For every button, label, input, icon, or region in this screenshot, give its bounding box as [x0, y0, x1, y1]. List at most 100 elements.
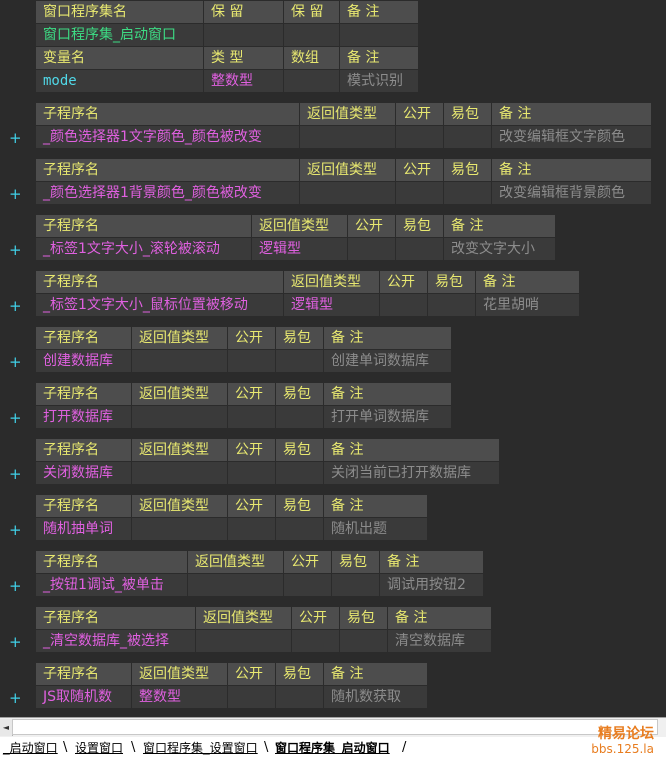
expand-icon[interactable]: +	[9, 578, 22, 594]
assembly-row[interactable]: 窗口程序集_启动窗口	[35, 23, 419, 47]
subroutine-note[interactable]: 清空数据库	[387, 629, 492, 653]
easy-pack-cell[interactable]	[275, 685, 324, 709]
code-editor[interactable]: 窗口程序集名 保 留 保 留 备 注 窗口程序集_启动窗口 变量名 类 型 数组…	[0, 0, 666, 717]
return-type-cell[interactable]	[299, 181, 396, 205]
expand-icon[interactable]: +	[9, 690, 22, 706]
subroutine-note[interactable]: 改变编辑框背景颜色	[491, 181, 652, 205]
subroutine-header-row: 子程序名 返回值类型 公开 易包 备 注	[35, 550, 484, 574]
public-cell[interactable]	[395, 125, 444, 149]
col-easy-pack: 易包	[427, 270, 476, 294]
subroutine-name[interactable]: _标签1文字大小_滚轮被滚动	[35, 237, 252, 261]
subroutine-note[interactable]: 随机出题	[323, 517, 428, 541]
public-cell[interactable]	[227, 349, 276, 373]
public-cell[interactable]	[227, 517, 276, 541]
return-type-cell[interactable]	[131, 405, 228, 429]
subroutine-note[interactable]: 随机数获取	[323, 685, 428, 709]
public-cell[interactable]	[347, 237, 396, 261]
reserved-1-cell[interactable]	[203, 23, 284, 47]
subroutine-note[interactable]: 调试用按钮2	[379, 573, 484, 597]
easy-pack-cell[interactable]	[275, 517, 324, 541]
return-type-cell[interactable]: 逻辑型	[251, 237, 348, 261]
easy-pack-cell[interactable]	[395, 237, 444, 261]
public-cell[interactable]	[291, 629, 340, 653]
scrollbar-thumb[interactable]	[12, 719, 658, 735]
subroutine-note[interactable]: 创建单词数据库	[323, 349, 452, 373]
variable-array[interactable]	[283, 69, 340, 93]
public-cell[interactable]	[227, 405, 276, 429]
easy-pack-cell[interactable]	[443, 181, 492, 205]
col-easy-pack: 易包	[275, 494, 324, 518]
reserved-2-cell[interactable]	[283, 23, 340, 47]
public-cell[interactable]	[395, 181, 444, 205]
expand-icon[interactable]: +	[9, 242, 22, 258]
easy-pack-cell[interactable]	[331, 573, 380, 597]
subroutine-name[interactable]: 随机抽单词	[35, 517, 132, 541]
subroutine-row[interactable]: JS取随机数 整数型 随机数获取	[35, 685, 428, 709]
subroutine-row[interactable]: 关闭数据库 关闭当前已打开数据库	[35, 461, 500, 485]
easy-pack-cell[interactable]	[275, 461, 324, 485]
subroutine-name[interactable]: 创建数据库	[35, 349, 132, 373]
return-type-cell[interactable]	[299, 125, 396, 149]
subroutine-note[interactable]: 改变文字大小	[443, 237, 556, 261]
return-type-cell[interactable]	[131, 461, 228, 485]
subroutine-name[interactable]: _颜色选择器1背景颜色_颜色被改变	[35, 181, 300, 205]
tab-assembly-startup-window[interactable]: 窗口程序集_启动窗口	[275, 739, 390, 757]
easy-pack-cell[interactable]	[275, 405, 324, 429]
return-type-cell[interactable]	[187, 573, 284, 597]
subroutine-note[interactable]: 花里胡哨	[475, 293, 580, 317]
subroutine-name[interactable]: _颜色选择器1文字颜色_颜色被改变	[35, 125, 300, 149]
subroutine-row[interactable]: _按钮1调试_被单击 调试用按钮2	[35, 573, 484, 597]
subroutine-name[interactable]: 关闭数据库	[35, 461, 132, 485]
tab-settings-window[interactable]: 设置窗口	[75, 739, 123, 757]
subroutine-row[interactable]: _清空数据库_被选择 清空数据库	[35, 629, 492, 653]
expand-icon[interactable]: +	[9, 186, 22, 202]
subroutine-row[interactable]: 随机抽单词 随机出题	[35, 517, 428, 541]
expand-icon[interactable]: +	[9, 466, 22, 482]
subroutine-note[interactable]: 改变编辑框文字颜色	[491, 125, 652, 149]
public-cell[interactable]	[227, 461, 276, 485]
subroutine-name[interactable]: _按钮1调试_被单击	[35, 573, 188, 597]
subroutine-row[interactable]: 创建数据库 创建单词数据库	[35, 349, 452, 373]
return-type-cell[interactable]: 整数型	[131, 685, 228, 709]
subroutine-row[interactable]: 打开数据库 打开单词数据库	[35, 405, 452, 429]
expand-icon[interactable]: +	[9, 130, 22, 146]
expand-icon[interactable]: +	[9, 634, 22, 650]
subroutine-note[interactable]: 打开单词数据库	[323, 405, 452, 429]
subroutine-row[interactable]: _标签1文字大小_滚轮被滚动 逻辑型 改变文字大小	[35, 237, 556, 261]
subroutine-header-row: 子程序名 返回值类型 公开 易包 备 注	[35, 102, 652, 126]
tab-assembly-settings-window[interactable]: 窗口程序集_设置窗口	[143, 739, 258, 757]
col-easy-pack: 易包	[275, 382, 324, 406]
public-cell[interactable]	[283, 573, 332, 597]
subroutine-name[interactable]: JS取随机数	[35, 685, 132, 709]
variable-note[interactable]: 模式识别	[339, 69, 419, 93]
variable-name[interactable]: mode	[35, 69, 204, 93]
public-cell[interactable]	[227, 685, 276, 709]
expand-icon[interactable]: +	[9, 354, 22, 370]
subroutine-row[interactable]: _颜色选择器1文字颜色_颜色被改变 改变编辑框文字颜色	[35, 125, 652, 149]
subroutine-name[interactable]: 打开数据库	[35, 405, 132, 429]
return-type-cell[interactable]	[131, 349, 228, 373]
subroutine-note[interactable]: 关闭当前已打开数据库	[323, 461, 500, 485]
horizontal-scrollbar[interactable]: ◄	[0, 717, 666, 737]
easy-pack-cell[interactable]	[427, 293, 476, 317]
variable-row[interactable]: mode 整数型 模式识别	[35, 69, 419, 93]
tab-startup-window[interactable]: _启动窗口	[3, 739, 58, 757]
subroutine-name[interactable]: _标签1文字大小_鼠标位置被移动	[35, 293, 284, 317]
col-public: 公开	[395, 102, 444, 126]
expand-icon[interactable]: +	[9, 522, 22, 538]
expand-icon[interactable]: +	[9, 410, 22, 426]
return-type-cell[interactable]	[131, 517, 228, 541]
easy-pack-cell[interactable]	[275, 349, 324, 373]
return-type-cell[interactable]: 逻辑型	[283, 293, 380, 317]
return-type-cell[interactable]	[195, 629, 292, 653]
subroutine-name[interactable]: _清空数据库_被选择	[35, 629, 196, 653]
variable-type[interactable]: 整数型	[203, 69, 284, 93]
assembly-name[interactable]: 窗口程序集_启动窗口	[35, 23, 204, 47]
subroutine-row[interactable]: _颜色选择器1背景颜色_颜色被改变 改变编辑框背景颜色	[35, 181, 652, 205]
public-cell[interactable]	[379, 293, 428, 317]
subroutine-row[interactable]: _标签1文字大小_鼠标位置被移动 逻辑型 花里胡哨	[35, 293, 580, 317]
easy-pack-cell[interactable]	[339, 629, 388, 653]
assembly-note[interactable]	[339, 23, 419, 47]
expand-icon[interactable]: +	[9, 298, 22, 314]
easy-pack-cell[interactable]	[443, 125, 492, 149]
